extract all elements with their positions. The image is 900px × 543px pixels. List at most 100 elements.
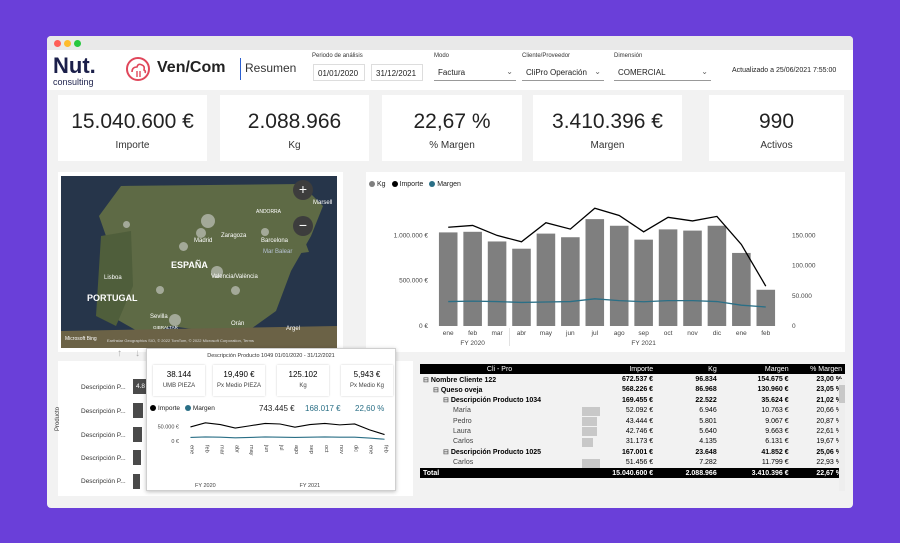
tooltip-month-tick: ago: [293, 445, 299, 454]
sort-up-icon[interactable]: ↑: [117, 348, 122, 359]
table-row[interactable]: Laura 42.746 € 5.640 9.663 €22,61 %: [420, 426, 845, 437]
col-header-pct-margen[interactable]: % Margen: [791, 364, 845, 375]
map-bubble[interactable]: [201, 214, 215, 228]
map-attribution[interactable]: Earthstar Geographics SIO, © 2022 TomTom…: [107, 338, 254, 343]
map-bubble[interactable]: [231, 286, 240, 295]
combo-chart[interactable]: 1.000.000 € 500.000 € 0 € 150.000 100.000 50.…: [366, 191, 845, 351]
x-axis-tick: sep: [638, 330, 649, 337]
col-header-margen[interactable]: Margen: [719, 364, 792, 375]
table-row[interactable]: ⊟ Descripción Producto 1025 167.001 € 23.6…: [420, 447, 845, 457]
kpi-label: Activos: [760, 140, 793, 151]
product-row-label: Descripción P...: [81, 478, 126, 485]
map-label-portugal: PORTUGAL: [87, 293, 138, 303]
collapse-icon[interactable]: ⊟: [423, 377, 431, 384]
table-row[interactable]: ⊟ Queso oveja 568.226 € 86.968 130.960 €23,…: [420, 385, 845, 395]
kpi-value: 990: [758, 110, 795, 133]
tooltip-card-value: 38.144: [166, 370, 192, 379]
tooltip-year-label: FY 2021: [300, 483, 321, 489]
col-header-kg[interactable]: Kg: [656, 364, 720, 375]
product-bar[interactable]: [133, 403, 143, 418]
kg-bar[interactable]: [634, 239, 653, 326]
tooltip-card-px-pieza: 19,490 € Px Medio PIEZA: [213, 365, 265, 396]
kpi-activos[interactable]: 990 Activos: [709, 95, 844, 161]
kpi-margen[interactable]: 3.410.396 € Margen: [533, 95, 682, 161]
product-bar[interactable]: [133, 474, 140, 489]
tooltip-month-tick: jul: [278, 444, 284, 451]
table-row[interactable]: María 52.092 € 6.946 10.763 €20,66 %: [420, 406, 845, 416]
scrollbar-thumb[interactable]: [839, 385, 845, 403]
product-bar[interactable]: [133, 427, 142, 442]
kpi-pct-margen[interactable]: 22,67 % % Margen: [382, 95, 522, 161]
tooltip-month-tick: dic: [353, 445, 359, 452]
kg-cell-text: 23.648: [695, 448, 717, 456]
kg-cell-text: 4.135: [699, 438, 717, 446]
legend-kg-swatch: [369, 181, 375, 188]
map-label-barcelona: Barcelona: [261, 238, 289, 244]
row-label-cell: Carlos: [420, 458, 579, 468]
map-bubble[interactable]: [261, 228, 269, 236]
map-bubble[interactable]: [179, 242, 188, 251]
x-axis-tick: dic: [713, 330, 722, 337]
importe-data-bar: [582, 427, 598, 437]
table-row[interactable]: Carlos 31.173 € 4.135 6.131 €19,67 %: [420, 437, 845, 447]
kg-bar[interactable]: [732, 252, 751, 326]
table-row[interactable]: ⊟ Nombre Cliente 122 672.537 € 96.834 154.6…: [420, 374, 845, 384]
table-row[interactable]: Pedro 43.444 € 5.801 9.067 €20,87 %: [420, 416, 845, 426]
kg-bar[interactable]: [707, 225, 727, 326]
kg-cell: 23.648: [656, 447, 720, 457]
close-window-button[interactable]: [54, 40, 61, 47]
date-to-input[interactable]: 31/12/2021: [371, 64, 423, 81]
kg-bar[interactable]: [585, 219, 605, 326]
kg-bar[interactable]: [536, 233, 556, 326]
row-label-cell: Carlos: [420, 437, 579, 447]
map-visual[interactable]: Madrid Zaragoza Barcelona ANDORRA Marsel…: [61, 176, 337, 348]
modo-label: Modo: [434, 53, 450, 59]
product-bar[interactable]: [133, 450, 141, 465]
kg-bar[interactable]: [609, 225, 629, 326]
collapse-icon[interactable]: ⊟: [443, 449, 451, 456]
col-header-clipro[interactable]: Cli - Pro: [420, 364, 580, 375]
margen-cell-text: 41.852 €: [761, 448, 789, 456]
importe-cell-text: 43.444 €: [625, 417, 654, 425]
col-header-importe[interactable]: Importe: [579, 364, 657, 375]
map-label-marsella: Marsell: [313, 200, 333, 206]
tooltip-y-tick: 0 €: [171, 439, 179, 445]
minimize-window-button[interactable]: [64, 40, 71, 47]
x-axis-tick: feb: [468, 330, 477, 337]
sort-down-icon[interactable]: ↓: [135, 348, 140, 359]
table-scrollbar[interactable]: [839, 379, 845, 491]
total-importe: 15.040.600 €: [612, 469, 654, 477]
kg-bar[interactable]: [438, 232, 458, 326]
kpi-importe[interactable]: 15.040.600 € Importe: [58, 95, 207, 161]
dimension-dropdown[interactable]: COMERCIAL ⌄: [614, 64, 711, 81]
zoom-out-button[interactable]: −: [293, 216, 313, 236]
kg-bar[interactable]: [683, 230, 702, 326]
zoom-in-button[interactable]: +: [293, 180, 313, 200]
map-bubble[interactable]: [196, 228, 206, 238]
maximize-window-button[interactable]: [74, 40, 81, 47]
kg-bar[interactable]: [756, 289, 776, 326]
pct-margen-cell: 20,87 %: [792, 416, 845, 426]
collapse-icon[interactable]: ⊟: [433, 387, 441, 394]
date-from-input[interactable]: 01/01/2020: [313, 64, 365, 81]
importe-cell: 51.456 €: [579, 458, 656, 468]
brand-subtitle: consulting: [53, 77, 94, 87]
table-row[interactable]: ⊟ Descripción Producto 1034 169.455 € 22.5…: [420, 395, 845, 405]
modo-dropdown[interactable]: Factura ⌄: [434, 64, 516, 81]
x-axis-tick: oct: [664, 330, 673, 337]
tooltip-month-tick: may: [248, 445, 254, 456]
row-label: Descripción Producto 1034: [450, 397, 542, 405]
collapse-icon[interactable]: ⊟: [443, 397, 451, 404]
kpi-kg[interactable]: 2.088.966 Kg: [220, 95, 369, 161]
map-bubble[interactable]: [123, 221, 130, 228]
map-bubble[interactable]: [156, 286, 164, 294]
map-label-sevilla: Sevilla: [150, 314, 168, 320]
cliente-dropdown[interactable]: CliPro Operación ⌄: [522, 64, 604, 81]
table-row[interactable]: Carlos 51.456 € 7.282 11.799 €22,93 %: [420, 458, 845, 468]
kg-bar[interactable]: [487, 241, 507, 326]
kg-bar[interactable]: [512, 248, 531, 326]
kg-bar[interactable]: [658, 229, 678, 326]
kg-bar[interactable]: [463, 231, 482, 326]
kg-bar[interactable]: [561, 237, 580, 326]
table-body: ⊟ Nombre Cliente 122 672.537 € 96.834 154.6…: [420, 374, 845, 479]
